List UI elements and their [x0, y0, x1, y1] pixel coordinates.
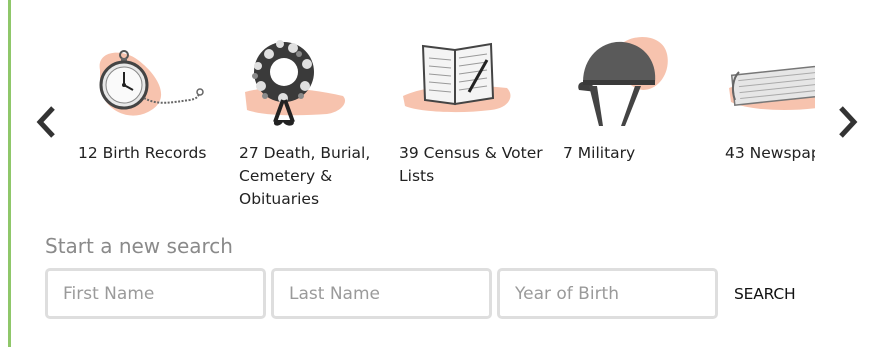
chevron-left-icon — [36, 106, 55, 138]
first-name-input[interactable] — [45, 268, 266, 319]
search-button[interactable]: SEARCH — [734, 268, 824, 319]
accent-bar — [8, 0, 11, 347]
wreath-icon — [239, 30, 389, 140]
category-card-newspapers[interactable]: 43 Newspapers — [725, 30, 815, 215]
year-of-birth-input[interactable] — [497, 268, 718, 319]
newspaper-icon — [725, 30, 815, 140]
last-name-input[interactable] — [271, 268, 492, 319]
search-heading: Start a new search — [45, 234, 233, 258]
carousel-next-button[interactable] — [834, 102, 862, 142]
category-card-military[interactable]: 7 Military — [563, 30, 713, 215]
chevron-right-icon — [839, 106, 858, 138]
open-book-icon — [399, 30, 549, 140]
record-category-carousel: 12 Birth Records 27 Death, Burial, Cemet… — [30, 30, 870, 215]
category-label: 39 Census & Voter Lists — [399, 144, 543, 185]
category-card-death-burial[interactable]: 27 Death, Burial, Cemetery & Obituaries — [239, 30, 389, 215]
carousel-prev-button[interactable] — [32, 102, 60, 142]
carousel-viewport: 12 Birth Records 27 Death, Burial, Cemet… — [74, 30, 815, 215]
category-label: 7 Military — [563, 144, 636, 162]
category-card-census[interactable]: 39 Census & Voter Lists — [399, 30, 549, 215]
military-helmet-icon — [563, 30, 713, 140]
category-label: 43 Newspapers — [725, 144, 815, 162]
category-label: 27 Death, Burial, Cemetery & Obituaries — [239, 144, 371, 208]
category-card-birth-records[interactable]: 12 Birth Records — [78, 30, 228, 215]
category-label: 12 Birth Records — [78, 144, 207, 162]
pocket-watch-icon — [78, 30, 228, 140]
